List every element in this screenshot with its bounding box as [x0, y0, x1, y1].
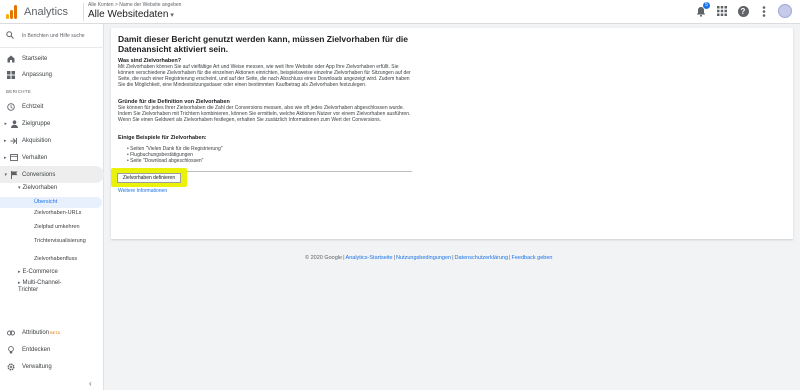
- sidebar-item-label: Anpassung: [22, 71, 53, 78]
- sidebar-item-label: Akquisition: [22, 137, 52, 144]
- sidebar-item-realtime[interactable]: Echtzeit: [0, 98, 104, 115]
- footer: © 2020 Google|Analytics-Startseite|Nutzu…: [305, 255, 553, 261]
- footer-link-privacy[interactable]: Datenschutzerklärung: [455, 255, 509, 261]
- sidebar-item-goals-overview[interactable]: Übersicht: [34, 199, 96, 206]
- acquisition-icon: ▸: [0, 137, 22, 145]
- beta-badge: BETA: [50, 330, 61, 335]
- sidebar-item-discover[interactable]: Entdecken: [0, 341, 104, 358]
- footer-link-feedback[interactable]: Feedback geben: [511, 255, 552, 261]
- analytics-logo-icon[interactable]: [5, 5, 19, 19]
- example-text: Seite "Download abgeschlossen": [130, 158, 204, 164]
- expand-arrow-icon: ▸: [18, 280, 21, 286]
- sidebar-item-customization[interactable]: Anpassung: [0, 66, 104, 83]
- sidebar-item-funnel-visualization[interactable]: Trichtervisualisierung: [34, 238, 96, 245]
- sidebar-item-goal-urls[interactable]: Zielvorhaben-URLs: [34, 210, 96, 217]
- account-breadcrumb[interactable]: Alle Konten > Name der Website angeben: [88, 2, 181, 8]
- person-icon: ▸: [0, 119, 22, 128]
- dashboard-grid-icon: [0, 70, 22, 79]
- sidebar-item-label: Zielvorhaben: [22, 185, 58, 191]
- goals-setup-card: Damit dieser Bericht genutzt werden kann…: [111, 28, 793, 239]
- sidebar-item-multichannel[interactable]: ▸ Multi-Channel-Trichter: [18, 280, 78, 293]
- sidebar-item-label: Entdecken: [22, 346, 51, 353]
- notification-badge: 5: [703, 2, 710, 9]
- sidebar-item-reverse-goal-path[interactable]: Zielpfad umkehren: [34, 224, 96, 231]
- help-icon[interactable]: ?: [736, 4, 750, 18]
- sidebar-item-audience[interactable]: ▸ Zielgruppe: [0, 115, 104, 132]
- footer-link-terms[interactable]: Nutzungsbedingungen: [396, 255, 451, 261]
- home-icon: [0, 55, 22, 63]
- reports-section-label: BERICHTE: [6, 89, 32, 94]
- behavior-window-icon: ▸: [0, 154, 22, 161]
- sidebar-search[interactable]: In Berichten und Hilfe suche: [0, 24, 104, 48]
- sidebar-item-acquisition[interactable]: ▸ Akquisition: [0, 132, 104, 149]
- view-name: Alle Websitedaten: [88, 9, 169, 20]
- footer-link-analytics-home[interactable]: Analytics-Startseite: [346, 255, 393, 261]
- sidebar-item-attribution[interactable]: Attribution BETA: [0, 324, 104, 341]
- define-goals-button[interactable]: Zielvorhaben definieren: [117, 173, 181, 183]
- footer-copyright: © 2020 Google: [305, 255, 343, 261]
- more-info-link[interactable]: Weitere Informationen: [118, 188, 167, 194]
- expand-arrow-icon: ▸: [18, 269, 21, 275]
- sidebar-item-label: Echtzeit: [22, 103, 44, 110]
- sidebar: In Berichten und Hilfe suche Startseite …: [0, 24, 104, 390]
- sidebar-item-admin[interactable]: Verwaltung: [0, 358, 104, 375]
- more-vert-icon[interactable]: [757, 4, 771, 18]
- view-selector[interactable]: Alle Websitedaten ▾: [88, 9, 174, 20]
- search-icon: [6, 31, 14, 39]
- sidebar-item-conversions[interactable]: ▾ Conversions: [0, 166, 104, 183]
- sidebar-item-label: Startseite: [22, 55, 48, 62]
- what-are-goals-text: Mit Zielvorhaben können Sie auf vielfält…: [118, 64, 411, 88]
- top-bar: Analytics Alle Konten > Name der Website…: [0, 0, 800, 24]
- sidebar-item-label: Zielgruppe: [22, 120, 51, 127]
- list-item: • Seite "Download abgeschlossen": [127, 158, 204, 164]
- why-goals-text: Sie können für jedes Ihrer Zielvorhaben …: [118, 105, 411, 123]
- examples-heading: Einige Beispiele für Zielvorhaben:: [118, 135, 207, 141]
- sidebar-item-ecommerce[interactable]: ▸ E-Commerce: [18, 269, 58, 275]
- sidebar-item-label: Verwaltung: [22, 363, 52, 370]
- expand-arrow-icon: ▾: [18, 185, 21, 191]
- flag-icon: ▾: [0, 170, 22, 179]
- apps-grid-icon[interactable]: [715, 4, 729, 18]
- header-divider: [83, 3, 84, 21]
- chevron-down-icon: ▾: [170, 12, 174, 19]
- gear-icon: [0, 362, 22, 371]
- lightbulb-icon: [0, 345, 22, 354]
- attribution-loop-icon: [0, 329, 22, 337]
- notifications-bell-icon[interactable]: 5: [694, 2, 710, 18]
- collapse-sidebar-chevron-left-icon[interactable]: ‹: [89, 379, 92, 388]
- app-title: Analytics: [24, 6, 69, 18]
- sidebar-item-home[interactable]: Startseite: [0, 50, 104, 67]
- sidebar-item-goal-flow[interactable]: Zielvorhabenfluss: [34, 256, 96, 263]
- avatar[interactable]: [778, 4, 792, 18]
- clock-icon: [0, 102, 22, 111]
- sidebar-item-label: Attribution: [22, 329, 50, 336]
- search-input[interactable]: In Berichten und Hilfe suche: [22, 33, 85, 39]
- sidebar-item-label: E-Commerce: [22, 269, 58, 275]
- sidebar-item-label: Verhalten: [22, 154, 48, 161]
- sidebar-item-label: Conversions: [22, 171, 56, 178]
- sidebar-item-label: Multi-Channel-Trichter: [18, 280, 62, 293]
- sidebar-item-behavior[interactable]: ▸ Verhalten: [0, 149, 104, 166]
- page-title: Damit dieser Bericht genutzt werden kann…: [118, 34, 409, 54]
- sidebar-item-goals[interactable]: ▾ Zielvorhaben: [18, 185, 57, 191]
